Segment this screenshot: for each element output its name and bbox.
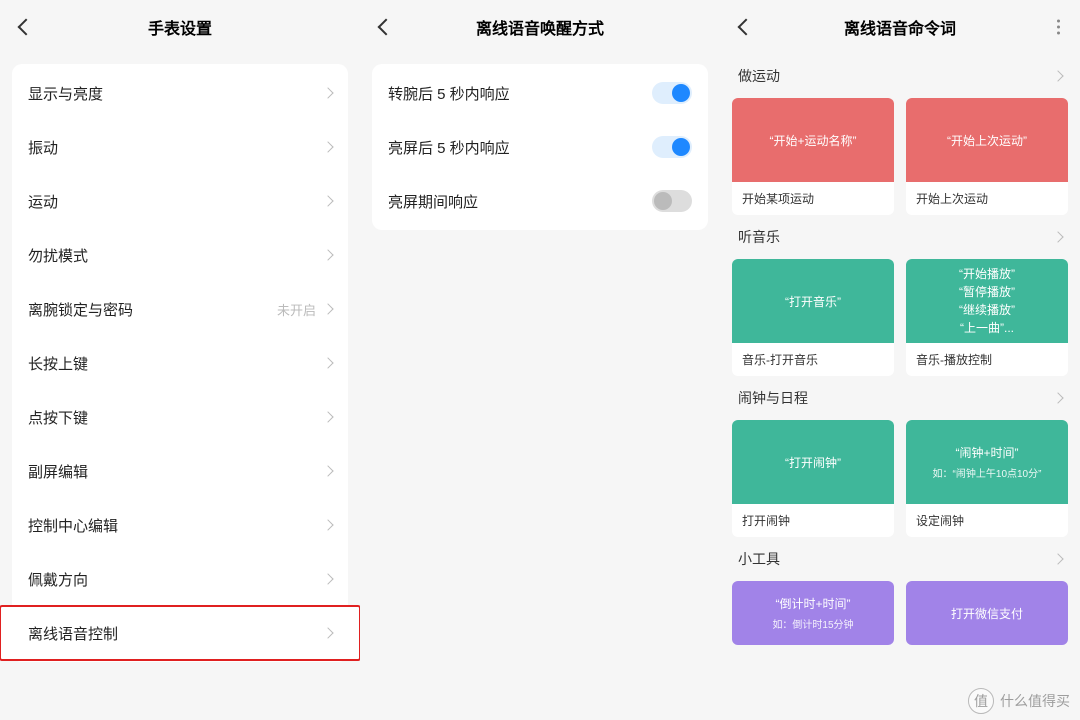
chevron-right-icon [322, 249, 333, 260]
chevron-right-icon [322, 87, 333, 98]
card-start-last-sport[interactable]: “开始上次运动” 开始上次运动 [906, 98, 1068, 215]
status-badge: 未开启 [277, 300, 316, 319]
header: 手表设置 [0, 0, 360, 54]
panel-voice-commands: 离线语音命令词 做运动 “开始+运动名称” 开始某项运动 “开始上次运动” 开始… [720, 0, 1080, 720]
settings-list: 显示与亮度 振动 运动 勿扰模式 离腕锁定与密码未开启 长按上键 点按下键 副屏… [12, 64, 348, 662]
card-start-sport-name[interactable]: “开始+运动名称” 开始某项运动 [732, 98, 894, 215]
chevron-right-icon [322, 411, 333, 422]
item-wear-direction[interactable]: 佩戴方向 [12, 552, 348, 606]
card-countdown[interactable]: “倒计时+时间”如：倒计时15分钟 [732, 581, 894, 645]
chevron-right-icon [322, 303, 333, 314]
chevron-right-icon [1052, 392, 1063, 403]
panel-wake-mode: 离线语音唤醒方式 转腕后 5 秒内响应 亮屏后 5 秒内响应 亮屏期间响应 [360, 0, 720, 720]
item-wrist-lock-password[interactable]: 离腕锁定与密码未开启 [12, 282, 348, 336]
toggle[interactable] [652, 136, 692, 158]
watermark-icon: 值 [968, 688, 994, 714]
wake-screen-on-5s[interactable]: 亮屏后 5 秒内响应 [372, 120, 708, 174]
command-sections: 做运动 “开始+运动名称” 开始某项运动 “开始上次运动” 开始上次运动 听音乐… [720, 54, 1080, 720]
chevron-right-icon [322, 627, 333, 638]
chevron-right-icon [322, 573, 333, 584]
more-icon[interactable] [1057, 20, 1060, 35]
page-title: 离线语音唤醒方式 [476, 15, 604, 39]
chevron-right-icon [1052, 231, 1063, 242]
item-display-brightness[interactable]: 显示与亮度 [12, 66, 348, 120]
item-dnd[interactable]: 勿扰模式 [12, 228, 348, 282]
item-control-center-edit[interactable]: 控制中心编辑 [12, 498, 348, 552]
page-title: 离线语音命令词 [844, 15, 956, 39]
chevron-right-icon [322, 141, 333, 152]
item-secondary-screen-edit[interactable]: 副屏编辑 [12, 444, 348, 498]
back-icon[interactable] [738, 19, 755, 36]
item-tap-lower[interactable]: 点按下键 [12, 390, 348, 444]
card-set-alarm[interactable]: “闹钟+时间”如：“闹钟上午10点10分” 设定闹钟 [906, 420, 1068, 537]
chevron-right-icon [322, 195, 333, 206]
back-icon[interactable] [18, 19, 35, 36]
chevron-right-icon [322, 357, 333, 368]
card-wechat-pay[interactable]: 打开微信支付 [906, 581, 1068, 645]
toggle[interactable] [652, 190, 692, 212]
page-title: 手表设置 [148, 15, 212, 39]
section-music[interactable]: 听音乐 [732, 215, 1068, 259]
chevron-right-icon [1052, 553, 1063, 564]
wake-while-screen-on[interactable]: 亮屏期间响应 [372, 174, 708, 228]
section-alarm-schedule[interactable]: 闹钟与日程 [732, 376, 1068, 420]
watermark: 值 什么值得买 [968, 688, 1070, 714]
panel-watch-settings: 手表设置 显示与亮度 振动 运动 勿扰模式 离腕锁定与密码未开启 长按上键 点按… [0, 0, 360, 720]
wake-rotate-wrist-5s[interactable]: 转腕后 5 秒内响应 [372, 66, 708, 120]
section-tools[interactable]: 小工具 [732, 537, 1068, 581]
chevron-right-icon [322, 465, 333, 476]
chevron-right-icon [1052, 70, 1063, 81]
card-open-music[interactable]: “打开音乐” 音乐-打开音乐 [732, 259, 894, 376]
chevron-right-icon [322, 519, 333, 530]
item-offline-voice-control[interactable]: 离线语音控制 [0, 606, 360, 660]
card-music-playback[interactable]: “开始播放” “暂停播放” “继续播放” “上一曲”... 音乐-播放控制 [906, 259, 1068, 376]
toggle[interactable] [652, 82, 692, 104]
item-sport[interactable]: 运动 [12, 174, 348, 228]
wake-list: 转腕后 5 秒内响应 亮屏后 5 秒内响应 亮屏期间响应 [372, 64, 708, 230]
item-long-press-upper[interactable]: 长按上键 [12, 336, 348, 390]
header: 离线语音命令词 [720, 0, 1080, 54]
section-exercise[interactable]: 做运动 [732, 54, 1068, 98]
item-vibration[interactable]: 振动 [12, 120, 348, 174]
watermark-text: 什么值得买 [1000, 691, 1070, 711]
header: 离线语音唤醒方式 [360, 0, 720, 54]
card-open-alarm[interactable]: “打开闹钟” 打开闹钟 [732, 420, 894, 537]
back-icon[interactable] [378, 19, 395, 36]
